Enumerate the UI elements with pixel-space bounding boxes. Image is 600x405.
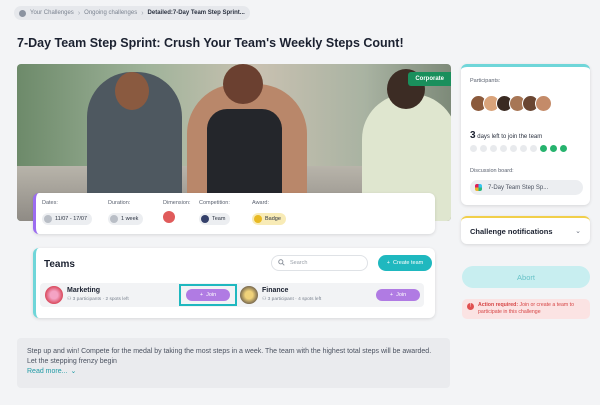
competition-label: Competition: <box>199 200 230 206</box>
join-finance-button[interactable]: + Join <box>376 289 420 301</box>
team-meta: ⚇ 3 participant · 4 spots left <box>262 297 322 302</box>
award-label: Award: <box>252 200 270 206</box>
plus-icon: + <box>389 292 394 298</box>
plus-icon: + <box>199 292 204 298</box>
challenges-icon <box>19 9 26 17</box>
duration-value: 1 week <box>121 216 139 222</box>
runner-center-head <box>223 64 263 104</box>
duration-pill: 1 week <box>108 213 144 225</box>
days-progress <box>470 145 567 152</box>
page-title: 7-Day Team Step Sprint: Crush Your Team'… <box>17 36 404 50</box>
dates-field: Dates: 11/07 - 17/07 <box>42 200 93 228</box>
duration-field: Duration: 1 week <box>108 200 144 228</box>
teams-title: Teams <box>44 259 75 270</box>
corporate-tag: Corporate <box>408 72 451 86</box>
team-icon <box>201 215 209 223</box>
award-value: Badge <box>265 216 281 222</box>
alert-icon: ! <box>467 303 474 310</box>
team-item-finance: Finance ⚇ 3 participant · 4 spots left +… <box>238 283 424 307</box>
day-dot <box>500 145 507 152</box>
day-dot <box>560 145 567 152</box>
finance-team-avatar <box>240 286 258 304</box>
dates-pill: 11/07 - 17/07 <box>42 213 93 225</box>
alert-title: Action required: <box>478 302 519 308</box>
read-more-label: Read more... <box>27 368 68 375</box>
day-dot <box>470 145 477 152</box>
create-team-label: Create team <box>392 260 424 266</box>
day-dot <box>480 145 487 152</box>
competition-value: Team <box>212 216 226 222</box>
days-left-number: 3 <box>470 130 476 141</box>
team-name: Finance <box>262 287 289 294</box>
avatar[interactable] <box>535 95 552 112</box>
day-dot <box>540 145 547 152</box>
dates-label: Dates: <box>42 200 58 206</box>
days-left: 3 days left to join the team <box>470 130 542 141</box>
breadcrumb: Your Challenges › Ongoing challenges › D… <box>14 6 250 20</box>
plus-icon: + <box>386 260 390 266</box>
action-required-alert: ! Action required: Join or create a team… <box>462 299 590 319</box>
participants-panel: Participants: 3 days left to join the te… <box>461 64 590 205</box>
join-marketing-button[interactable]: + Join <box>186 289 230 301</box>
dimension-field: Dimension: <box>163 200 191 228</box>
participants-label: Participants: <box>470 78 501 84</box>
chevron-right-icon: › <box>141 9 144 17</box>
description-text: Step up and win! Compete for the medal b… <box>27 348 432 365</box>
day-dot <box>550 145 557 152</box>
team-participants: 3 participant <box>267 297 294 302</box>
breadcrumb-current: Detailed:7-Day Team Step Sprint... <box>147 10 245 16</box>
slack-icon <box>475 184 482 191</box>
team-name: Marketing <box>67 287 101 294</box>
calendar-icon <box>44 215 52 223</box>
create-team-button[interactable]: + Create team <box>378 255 432 271</box>
competition-field: Competition: Team <box>199 200 231 228</box>
chevron-down-icon: ⌄ <box>575 228 581 235</box>
challenge-notifications-dropdown[interactable]: Challenge notifications ⌄ <box>461 216 590 244</box>
dates-value: 11/07 - 17/07 <box>55 216 88 222</box>
challenge-info-card: Dates: 11/07 - 17/07 Duration: 1 week Di… <box>33 193 435 234</box>
challenge-description: Step up and win! Compete for the medal b… <box>17 338 450 388</box>
read-more-link[interactable]: Read more... ⌄ <box>27 367 76 377</box>
team-participants: 3 participants <box>72 297 102 302</box>
chevron-right-icon: › <box>77 9 81 17</box>
day-dot <box>490 145 497 152</box>
search-placeholder: Search <box>290 260 308 266</box>
team-list: Marketing ⚇ 3 participants · 2 spots lef… <box>40 283 424 307</box>
search-icon <box>278 258 285 268</box>
join-label: Join <box>396 292 407 298</box>
days-left-text: days left to join the team <box>477 134 543 140</box>
breadcrumb-ongoing[interactable]: Ongoing challenges <box>84 10 137 16</box>
breadcrumb-your-challenges[interactable]: Your Challenges <box>30 10 74 16</box>
day-dot <box>520 145 527 152</box>
team-item-marketing: Marketing ⚇ 3 participants · 2 spots lef… <box>40 283 237 307</box>
duration-label: Duration: <box>108 200 131 206</box>
abort-button[interactable]: Abort <box>462 266 590 288</box>
chevron-down-icon: ⌄ <box>70 368 77 375</box>
competition-pill: Team <box>199 213 231 225</box>
discussion-board-label: Discussion board: <box>470 168 514 174</box>
day-dot <box>510 145 517 152</box>
team-spots: 2 spots left <box>105 297 129 302</box>
discussion-board-value: 7-Day Team Step Sp... <box>488 184 549 191</box>
participants-icon: ⚇ <box>262 297 267 302</box>
discussion-board-link[interactable]: 7-Day Team Step Sp... <box>470 180 583 195</box>
teams-card: Teams Search + Create team Marketing ⚇ 3… <box>33 248 435 318</box>
team-meta: ⚇ 3 participants · 2 spots left <box>67 297 129 302</box>
runner-left-head <box>115 72 149 110</box>
dimension-label: Dimension: <box>163 200 191 206</box>
alert-message: Action required: Join or create a team t… <box>478 302 585 316</box>
participant-avatars <box>470 95 560 113</box>
team-search-input[interactable]: Search <box>271 255 368 271</box>
team-spots: 4 spots left <box>298 297 322 302</box>
award-pill: Badge <box>252 213 286 225</box>
marketing-team-avatar <box>45 286 63 304</box>
badge-icon <box>254 215 262 223</box>
clock-icon <box>110 215 118 223</box>
challenge-notifications-label: Challenge notifications <box>470 226 553 236</box>
join-label: Join <box>206 292 217 298</box>
award-field: Award: Badge <box>252 200 286 228</box>
participants-icon: ⚇ <box>67 297 72 302</box>
day-dot <box>530 145 537 152</box>
dimension-icon <box>163 211 175 223</box>
